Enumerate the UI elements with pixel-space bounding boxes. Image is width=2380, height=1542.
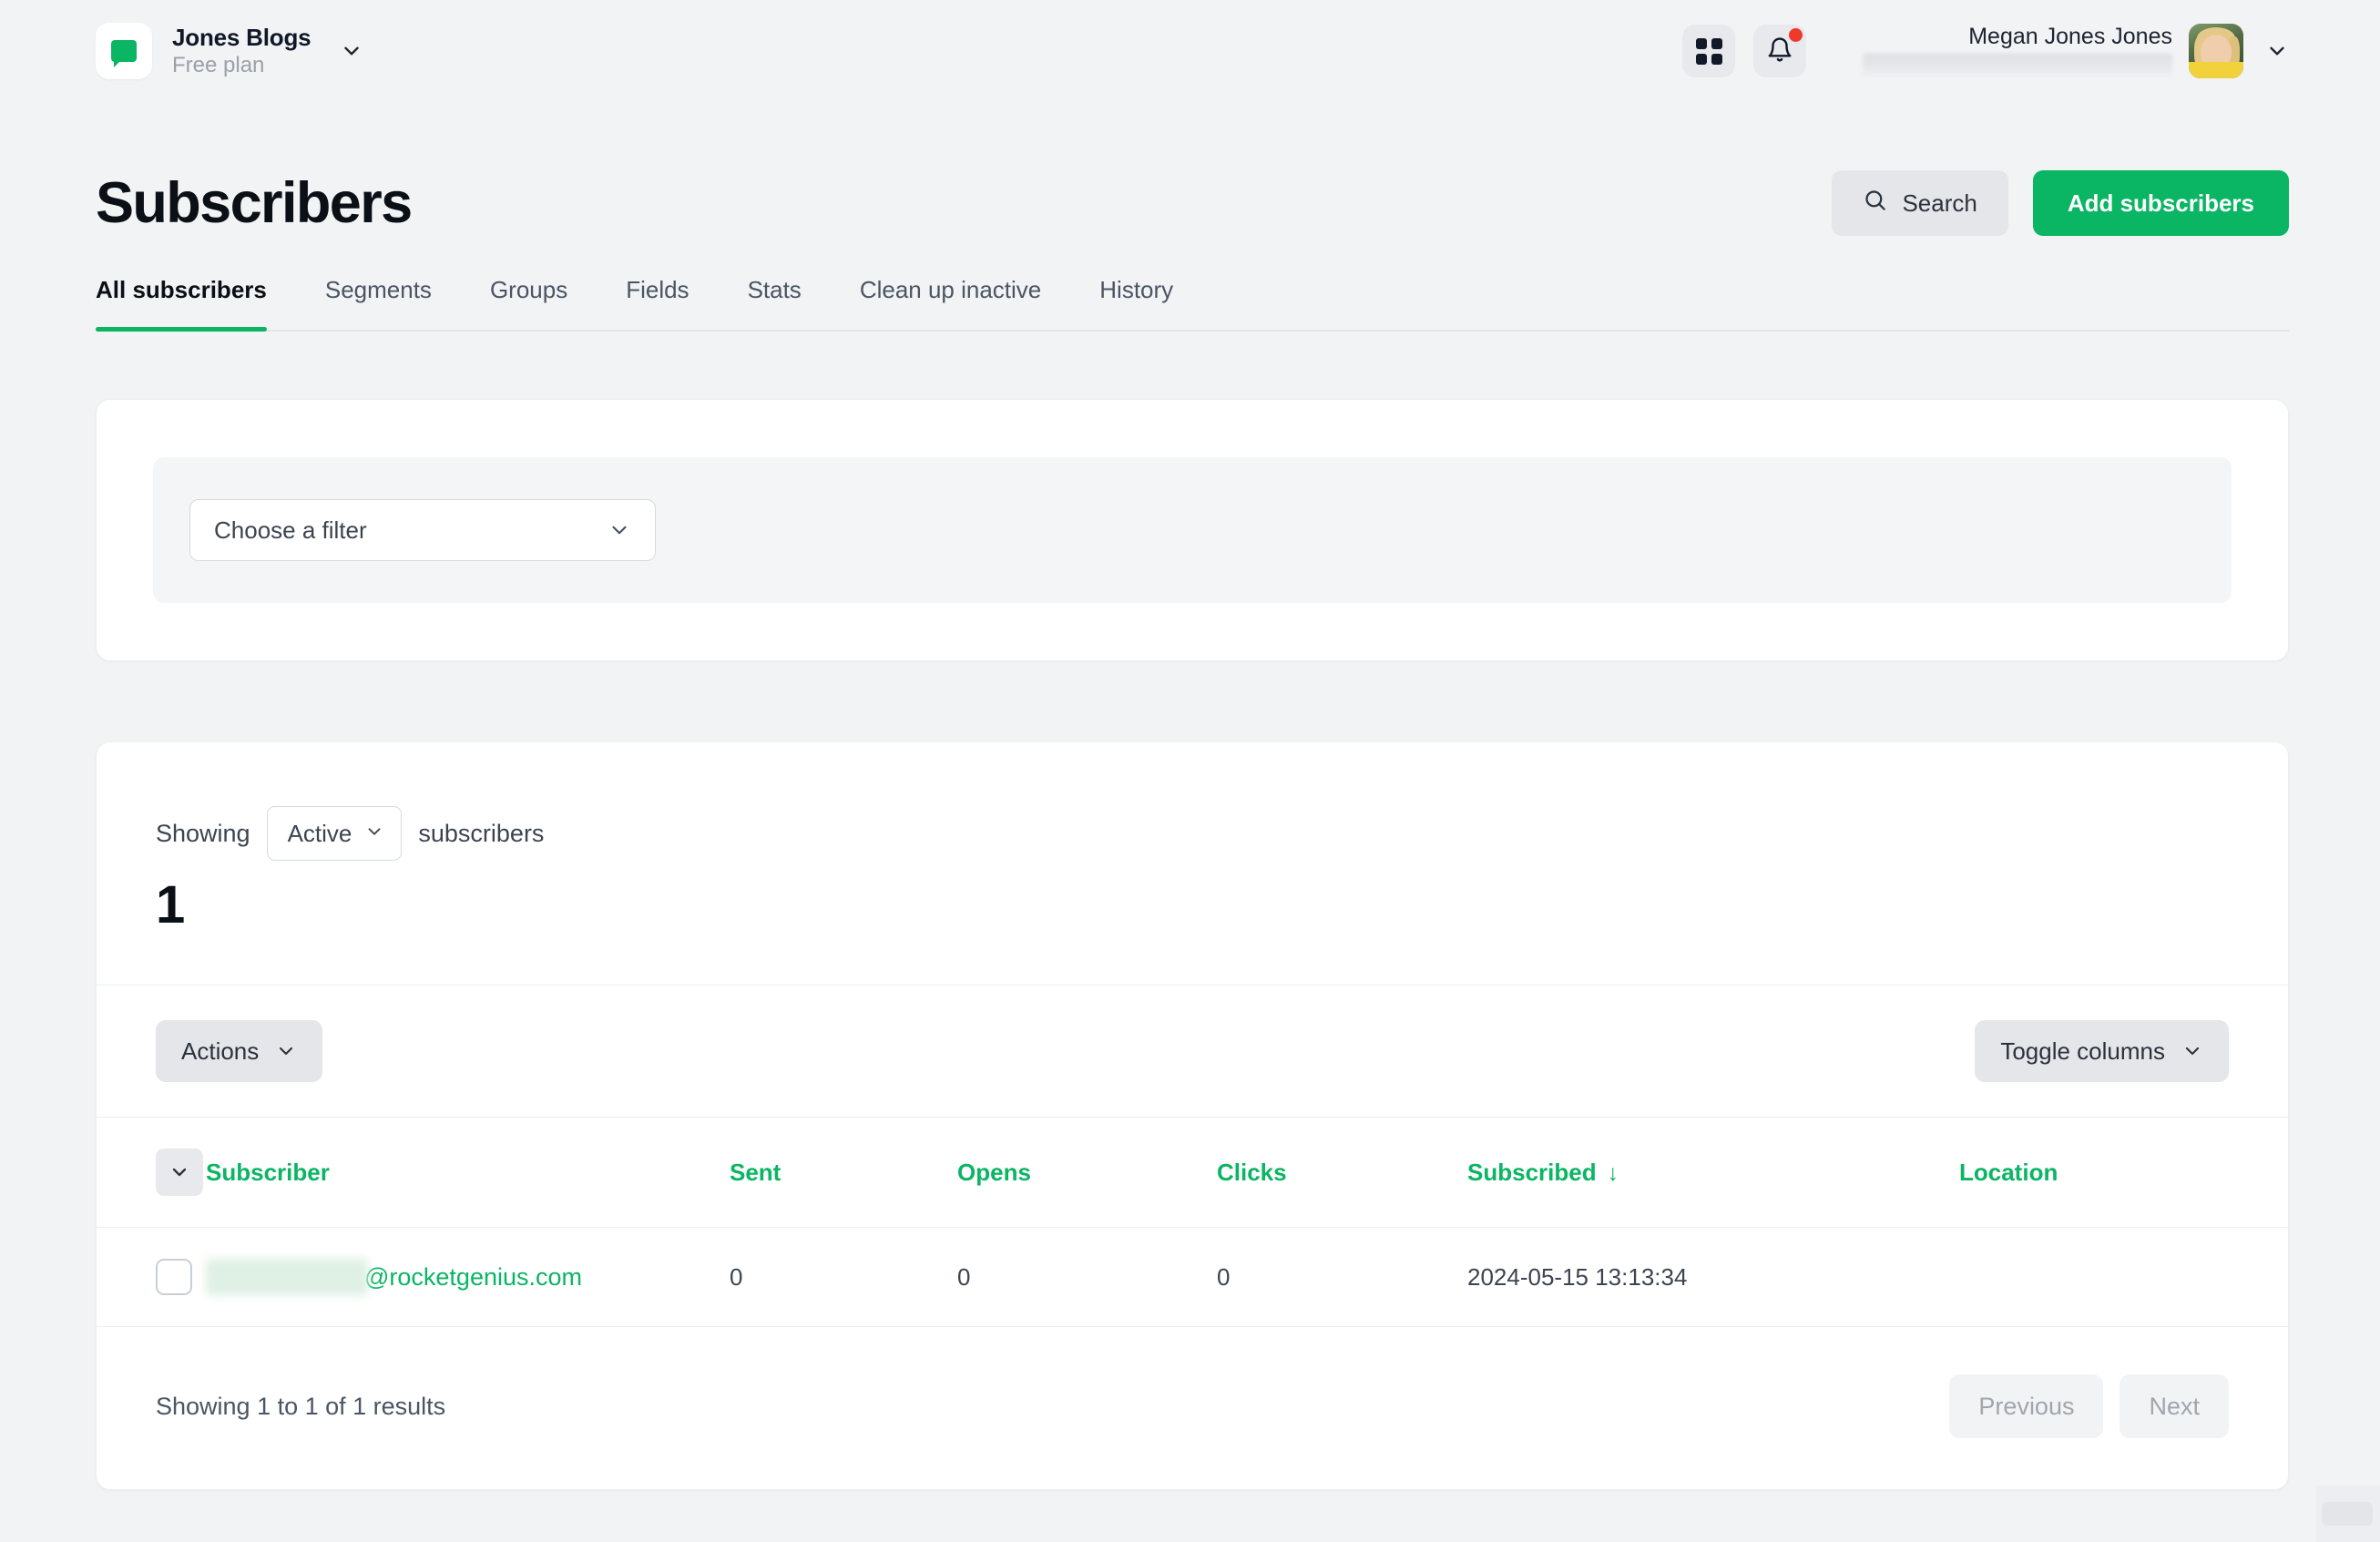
subscriber-email[interactable]: @rocketgenius.com <box>206 1259 730 1295</box>
showing-status-row: Showing Active subscribers <box>97 742 2288 861</box>
cell-sent: 0 <box>730 1262 743 1291</box>
select-all-dropdown-button[interactable] <box>156 1149 203 1196</box>
user-email-redacted <box>1863 53 2172 77</box>
add-subscribers-button[interactable]: Add subscribers <box>2032 170 2289 236</box>
status-filter-value: Active <box>287 819 352 847</box>
column-header-opens[interactable]: Opens <box>957 1118 1217 1228</box>
search-button-label: Search <box>1902 189 1977 217</box>
subscriber-count: 1 <box>156 875 185 934</box>
bell-icon <box>1766 36 1793 66</box>
table-head: Subscriber Sent Opens Clicks Subscribed ↓… <box>97 1117 2288 1228</box>
workspace-plan: Free plan <box>172 52 265 77</box>
filter-panel: Choose a filter <box>153 457 2232 603</box>
table-tools-row: Actions Toggle columns <box>97 985 2288 1117</box>
tab-fields[interactable]: Fields <box>597 276 718 330</box>
choose-filter-value: Choose a filter <box>214 516 367 544</box>
actions-dropdown-button[interactable]: Actions <box>156 1020 323 1082</box>
chat-bubble-icon <box>111 40 137 67</box>
table-row[interactable]: @rocketgenius.com 0 0 0 2024-05-15 13:13… <box>97 1228 2288 1327</box>
chevron-down-icon <box>364 820 384 848</box>
row-checkbox[interactable] <box>156 1259 192 1295</box>
toggle-columns-label: Toggle columns <box>2000 1037 2165 1065</box>
column-header-subscribed-label: Subscribed <box>1467 1158 1597 1186</box>
chevron-down-icon <box>2181 1040 2203 1062</box>
notifications-button[interactable] <box>1753 25 1806 77</box>
search-button[interactable]: Search <box>1832 170 2008 236</box>
email-domain: @rocketgenius.com <box>364 1262 583 1291</box>
subscribers-table: Subscriber Sent Opens Clicks Subscribed ↓… <box>97 1117 2288 1327</box>
chevron-down-icon <box>172 1168 187 1177</box>
showing-suffix-label: subscribers <box>418 819 545 847</box>
topbar-right-cluster: Megan Jones Jones <box>1682 24 2289 78</box>
chevron-down-icon <box>275 1040 297 1062</box>
workspace-name: Jones Blogs <box>172 23 312 51</box>
tab-all-subscribers[interactable]: All subscribers <box>96 276 296 332</box>
avatar[interactable] <box>2189 24 2243 78</box>
pagination-results-text: Showing 1 to 1 of 1 results <box>156 1392 446 1420</box>
previous-page-button[interactable]: Previous <box>1949 1374 2104 1438</box>
next-page-button[interactable]: Next <box>2120 1374 2229 1438</box>
chevron-down-icon[interactable] <box>340 39 363 63</box>
chevron-down-icon[interactable] <box>2265 39 2289 63</box>
sort-descending-icon: ↓ <box>1607 1159 1619 1186</box>
cell-clicks: 0 <box>1217 1262 1231 1291</box>
row-select-cell <box>97 1228 206 1327</box>
notification-badge-dot <box>1789 28 1803 42</box>
user-menu[interactable]: Megan Jones Jones <box>1863 24 2289 78</box>
pagination-buttons: Previous Next <box>1949 1374 2229 1438</box>
select-all-cell <box>97 1118 206 1228</box>
status-filter-select[interactable]: Active <box>266 806 403 861</box>
subscribers-table-card: Showing Active subscribers 1 Actions Tog… <box>96 741 2289 1490</box>
workspace-switcher[interactable]: Jones Blogs Free plan <box>96 23 363 79</box>
app-topbar: Jones Blogs Free plan Megan Jones Jones <box>0 0 2380 102</box>
app-logo <box>96 23 152 79</box>
column-header-clicks[interactable]: Clicks <box>1217 1118 1467 1228</box>
pagination-row: Showing 1 to 1 of 1 results Previous Nex… <box>97 1327 2288 1489</box>
page-title: Subscribers <box>96 170 413 235</box>
search-icon <box>1863 188 1887 219</box>
page-body: Subscribers Search Add subscribers All s… <box>0 170 2380 1490</box>
cell-opens: 0 <box>957 1262 971 1291</box>
table-body: @rocketgenius.com 0 0 0 2024-05-15 13:13… <box>97 1228 2288 1327</box>
page-actions: Search Add subscribers <box>1832 170 2289 236</box>
column-header-subscribed[interactable]: Subscribed ↓ <box>1467 1118 1959 1228</box>
page-header: Subscribers Search Add subscribers <box>96 170 2289 236</box>
grid-apps-icon <box>1695 37 1722 65</box>
cell-location <box>1959 1228 2288 1327</box>
user-name: Megan Jones Jones <box>1968 24 2172 50</box>
filter-card: Choose a filter <box>96 399 2289 661</box>
tab-history[interactable]: History <box>1070 276 1202 330</box>
column-header-location[interactable]: Location <box>1959 1118 2288 1228</box>
cell-subscriber: @rocketgenius.com <box>206 1228 730 1327</box>
tab-segments[interactable]: Segments <box>296 276 461 330</box>
scrollbar-corner[interactable] <box>2316 1486 2380 1542</box>
choose-filter-select[interactable]: Choose a filter <box>189 499 656 561</box>
tab-groups[interactable]: Groups <box>461 276 597 330</box>
column-header-subscriber[interactable]: Subscriber <box>206 1118 730 1228</box>
actions-label: Actions <box>181 1037 260 1065</box>
email-prefix-redacted <box>206 1259 368 1295</box>
subscribers-tabs: All subscribers Segments Groups Fields S… <box>96 276 2289 332</box>
tab-clean-up-inactive[interactable]: Clean up inactive <box>831 276 1070 330</box>
apps-grid-button[interactable] <box>1682 25 1735 77</box>
scrollbar-thumb[interactable] <box>2322 1502 2373 1526</box>
showing-prefix-label: Showing <box>156 819 250 847</box>
table-header-row: Subscriber Sent Opens Clicks Subscribed ↓… <box>97 1117 2288 1228</box>
tab-stats[interactable]: Stats <box>719 276 831 330</box>
cell-subscribed: 2024-05-15 13:13:34 <box>1467 1262 1688 1291</box>
toggle-columns-button[interactable]: Toggle columns <box>1975 1020 2229 1082</box>
chevron-down-icon <box>608 518 631 542</box>
column-header-sent[interactable]: Sent <box>730 1118 957 1228</box>
user-meta: Megan Jones Jones <box>1863 25 2172 77</box>
workspace-info: Jones Blogs Free plan <box>172 23 312 77</box>
